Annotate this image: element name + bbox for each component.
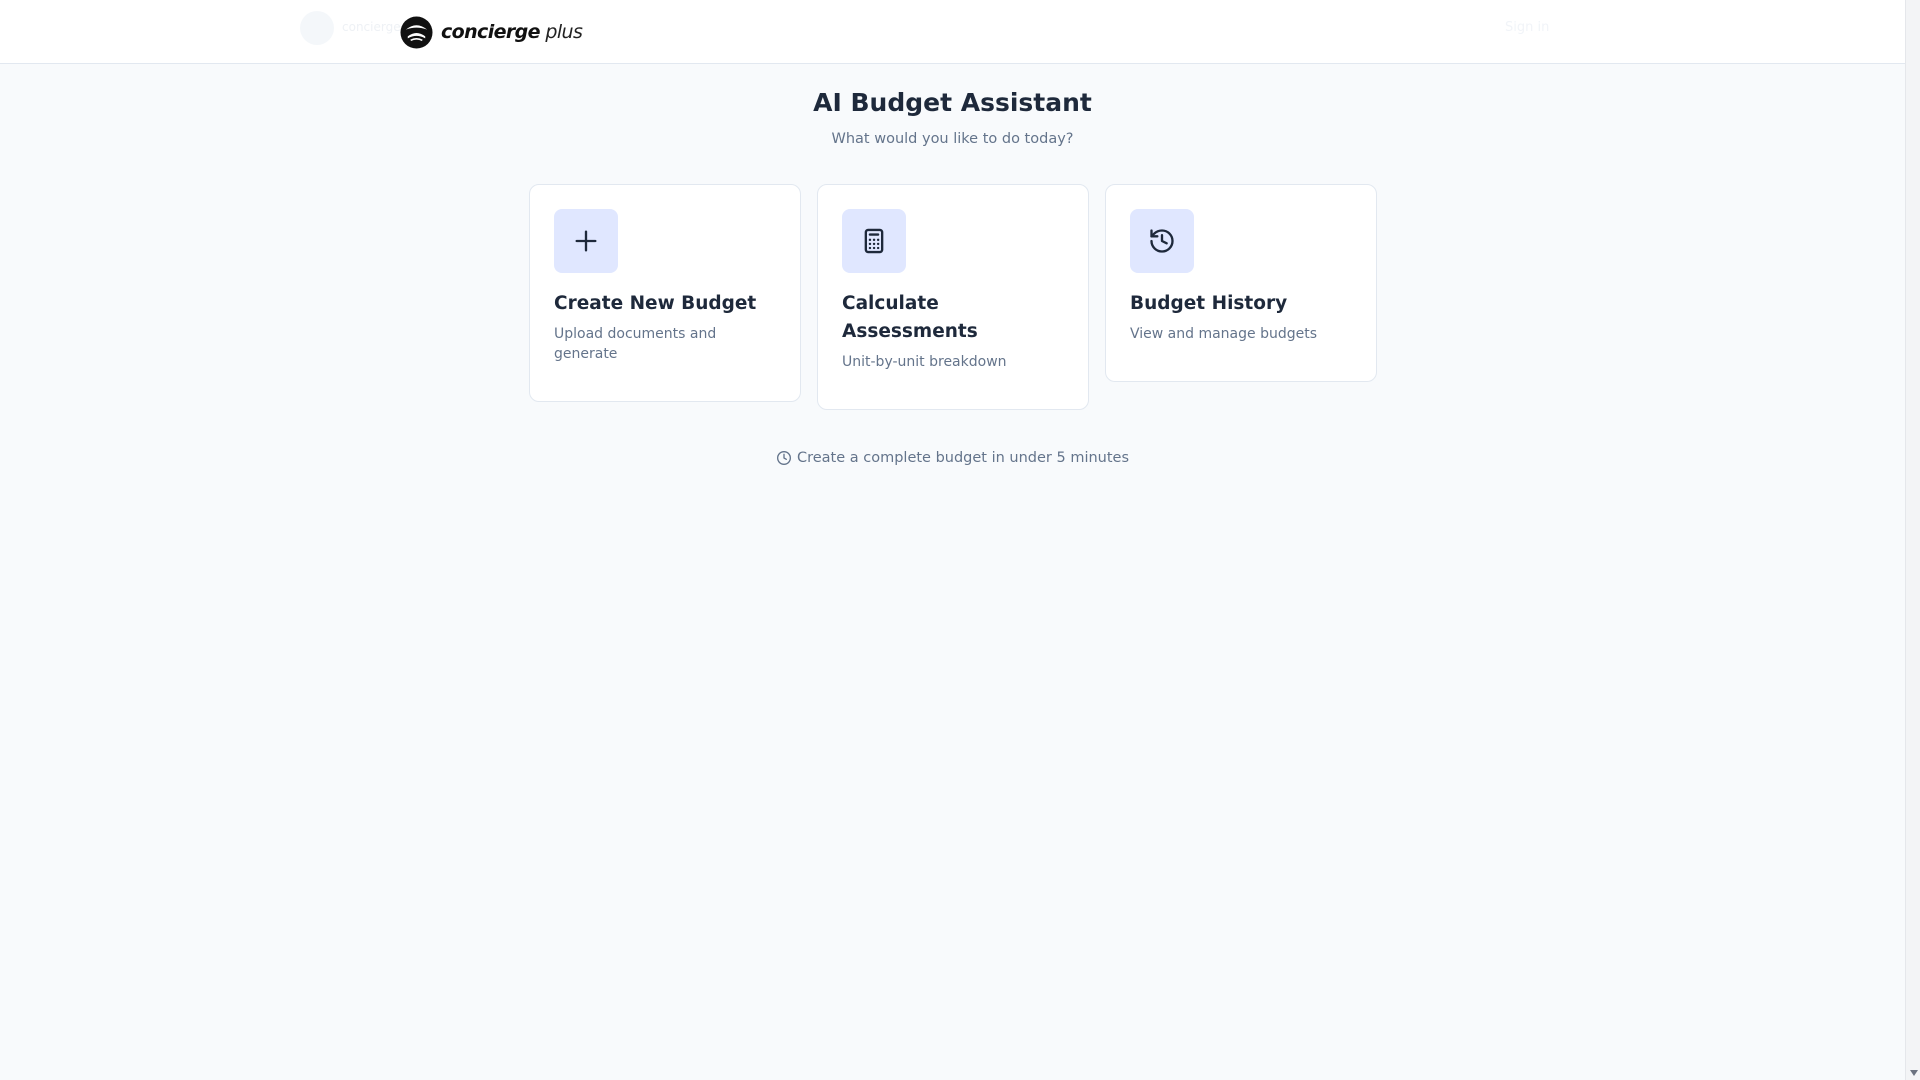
card-icon-container (554, 209, 618, 273)
time-estimate-text: Create a complete budget in under 5 minu… (796, 450, 1130, 466)
calculator-icon (864, 228, 884, 254)
card-description: View and manage budgets (1130, 326, 1318, 342)
card-title: Create New Budget (554, 293, 757, 314)
card-title: Budget History (1130, 293, 1288, 314)
app-viewport: concierge concierge plus Sign in AI Budg… (0, 0, 1920, 1080)
create-new-budget-card[interactable]: Create New Budget Upload documents and g… (529, 184, 801, 402)
faded-avatar (300, 11, 334, 45)
concierge-logo-icon (400, 15, 433, 49)
card-title: Calculate Assessments (842, 293, 978, 342)
scroll-down-arrow-icon[interactable] (1910, 1070, 1918, 1076)
faded-sign-in-link[interactable]: Sign in (1505, 20, 1549, 35)
logo-brand-suffix: plus (545, 20, 583, 43)
vertical-scrollbar[interactable] (1905, 0, 1920, 1080)
card-icon-container (1130, 209, 1194, 273)
calculate-assessments-card[interactable]: Calculate Assessments Unit-by-unit break… (817, 184, 1089, 410)
faded-header-text: concierge (342, 20, 401, 34)
card-icon-container (842, 209, 906, 273)
logo-brand-name: concierge (441, 20, 541, 43)
plus-icon (575, 230, 597, 252)
concierge-plus-logo[interactable]: concierge plus (400, 14, 583, 50)
card-description: Upload documents and generate (554, 326, 717, 362)
top-navigation-bar: concierge concierge plus Sign in (0, 0, 1905, 64)
history-icon (1150, 229, 1174, 253)
card-description: Unit-by-unit breakdown (842, 354, 1007, 370)
time-estimate-note: Create a complete budget in under 5 minu… (0, 450, 1905, 466)
page-subtitle: What would you like to do today? (831, 131, 1074, 147)
clock-icon (776, 451, 791, 465)
logo-wordmark: concierge plus (441, 20, 583, 43)
page-title: AI Budget Assistant (813, 88, 1092, 117)
budget-history-card[interactable]: Budget History View and manage budgets (1105, 184, 1377, 382)
